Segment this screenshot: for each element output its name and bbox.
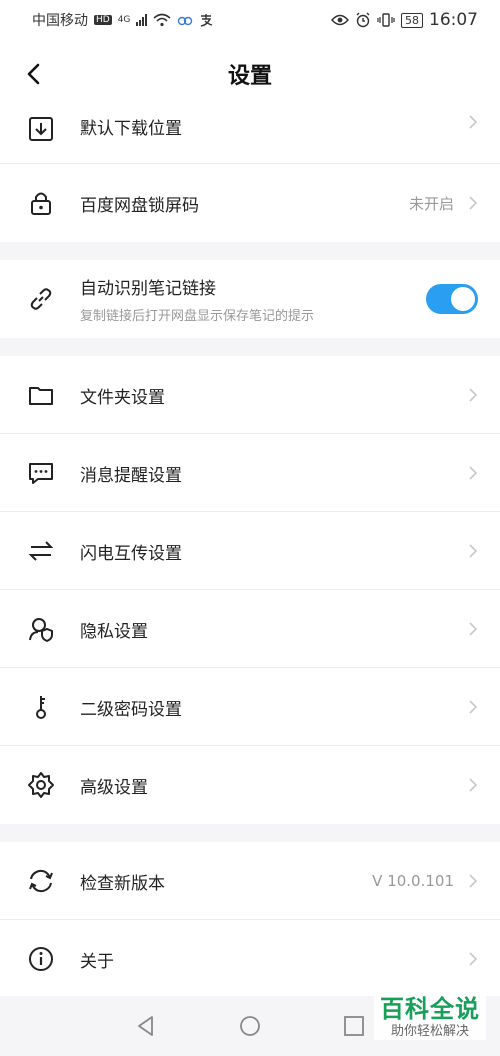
setting-label: 自动识别笔记链接 <box>80 279 216 299</box>
setting-label: 默认下载位置 <box>80 119 182 139</box>
chevron-right-icon <box>469 388 478 402</box>
setting-label: 检查新版本 <box>80 873 165 894</box>
setting-label: 关于 <box>80 951 114 972</box>
chevron-right-icon <box>469 778 478 792</box>
setting-advanced[interactable]: 高级设置 <box>0 746 500 824</box>
setting-folder[interactable]: 文件夹设置 <box>0 356 500 434</box>
chevron-right-icon <box>469 196 478 210</box>
lock-status-value: 未开启 <box>408 194 454 213</box>
hd-badge: HD <box>94 15 112 25</box>
link-icon <box>30 288 52 310</box>
setting-description: 复制链接后打开网盘显示保存笔记的提示 <box>80 309 315 324</box>
transfer-icon <box>28 541 54 561</box>
nav-back-icon[interactable] <box>134 1014 158 1038</box>
version-value: V 10.0.101 <box>372 872 454 890</box>
eye-icon <box>331 14 349 26</box>
chevron-right-icon <box>469 115 478 129</box>
cloud-app-icon <box>178 16 193 26</box>
battery-level: 58 <box>401 12 423 28</box>
wifi-icon <box>153 13 171 27</box>
download-icon <box>29 117 53 141</box>
setting-label: 文件夹设置 <box>80 387 165 408</box>
key-icon <box>36 696 46 719</box>
setting-privacy[interactable]: 隐私设置 <box>0 590 500 668</box>
setting-label: 二级密码设置 <box>80 699 182 720</box>
status-bar: 中国移动 HD 4G 58 16:07 <box>0 0 500 40</box>
setting-label: 高级设置 <box>80 777 148 798</box>
page-header: 设置 <box>0 40 500 108</box>
setting-check-update[interactable]: 检查新版本 V 10.0.101 <box>0 842 500 920</box>
chevron-right-icon <box>469 874 478 888</box>
info-icon <box>29 947 53 971</box>
chevron-right-icon <box>469 544 478 558</box>
setting-label: 隐私设置 <box>80 621 148 642</box>
signal-icon <box>136 14 148 26</box>
setting-flash-transfer[interactable]: 闪电互传设置 <box>0 512 500 590</box>
alipay-icon <box>201 14 213 27</box>
privacy-icon <box>29 618 53 643</box>
refresh-icon <box>29 869 53 893</box>
alarm-icon <box>356 12 370 28</box>
watermark-main: 百科全说 <box>380 995 480 1023</box>
watermark-sub: 助你轻松解决 <box>390 1024 469 1039</box>
setting-download-location[interactable]: 默认下载位置 <box>0 108 500 164</box>
setting-label: 百度网盘锁屏码 <box>80 195 199 216</box>
chevron-right-icon <box>469 622 478 636</box>
message-icon <box>29 463 53 484</box>
lock-icon <box>31 192 51 215</box>
page-title: 设置 <box>227 64 272 89</box>
gear-icon <box>28 772 54 798</box>
setting-message-reminder[interactable]: 消息提醒设置 <box>0 434 500 512</box>
nav-recents-icon[interactable] <box>342 1014 366 1038</box>
setting-note-link-detect: 自动识别笔记链接 复制链接后打开网盘显示保存笔记的提示 <box>0 260 500 338</box>
status-time: 16:07 <box>429 10 478 30</box>
network-type: 4G <box>117 15 131 25</box>
chevron-right-icon <box>469 952 478 966</box>
setting-about[interactable]: 关于 <box>0 920 500 998</box>
vibrate-icon <box>377 13 395 27</box>
chevron-right-icon <box>469 466 478 480</box>
settings-list: 默认下载位置 百度网盘锁屏码 未开启 自动识别笔记链接 复制链接后打开网盘显示保… <box>0 108 500 998</box>
watermark-logo: 百科全说 助你轻松解决 <box>374 994 486 1040</box>
note-link-toggle[interactable] <box>426 284 478 314</box>
folder-icon <box>29 387 53 405</box>
chevron-right-icon <box>469 700 478 714</box>
setting-lock-screen-code[interactable]: 百度网盘锁屏码 未开启 <box>0 164 500 242</box>
setting-secondary-password[interactable]: 二级密码设置 <box>0 668 500 746</box>
carrier-name: 中国移动 <box>32 13 88 29</box>
nav-home-icon[interactable] <box>238 1014 262 1038</box>
setting-label: 闪电互传设置 <box>80 543 182 564</box>
setting-label: 消息提醒设置 <box>80 465 182 486</box>
